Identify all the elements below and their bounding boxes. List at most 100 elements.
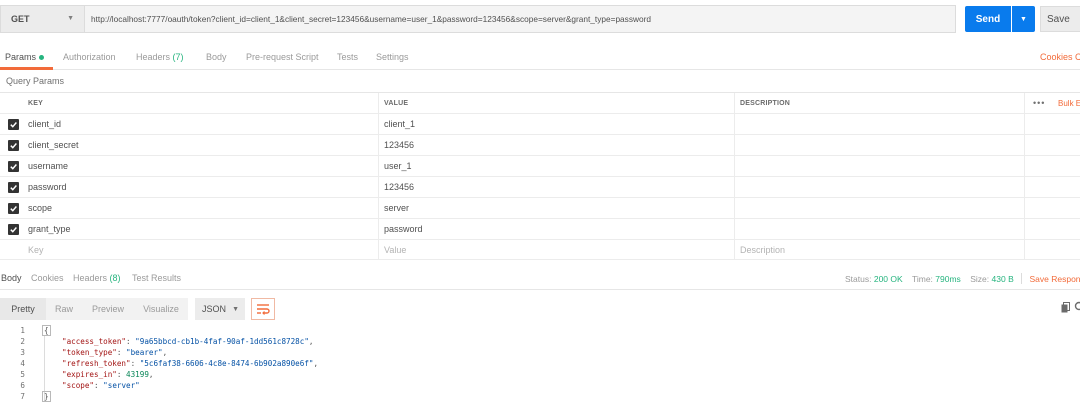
tab-label: Tests bbox=[337, 52, 359, 62]
tab-count: (7) bbox=[172, 52, 184, 62]
wrap-lines-button[interactable] bbox=[251, 298, 275, 320]
checkbox-checked-icon[interactable] bbox=[8, 224, 19, 235]
json-comma: , bbox=[308, 337, 314, 346]
view-preview-button[interactable]: Preview bbox=[82, 298, 134, 320]
table-row: scope server bbox=[0, 197, 1080, 218]
table-header-row: KEY VALUE DESCRIPTION ••• Bulk E bbox=[0, 92, 1080, 113]
code-line: 6 "scope": "server" bbox=[0, 380, 1080, 391]
tab-label: Headers bbox=[73, 273, 108, 283]
description-column-header: DESCRIPTION bbox=[740, 99, 791, 107]
cookies-link[interactable]: Cookies C bbox=[1040, 52, 1080, 62]
tab-test-results[interactable]: Test Results bbox=[132, 273, 181, 283]
json-value: "5c6faf38-6606-4c8e-8474-6b902a890e6f" bbox=[139, 359, 314, 368]
code-line: 4 "refresh_token": "5c6faf38-6606-4c8e-8… bbox=[0, 358, 1080, 369]
tab-label: Authorization bbox=[63, 52, 116, 62]
checkbox-checked-icon[interactable] bbox=[8, 182, 19, 193]
line-number: 2 bbox=[20, 337, 25, 346]
tab-response-headers[interactable]: Headers (8) bbox=[73, 273, 121, 283]
param-description[interactable] bbox=[740, 135, 1020, 155]
param-description[interactable] bbox=[740, 114, 1020, 134]
tab-response-body[interactable]: Body bbox=[1, 273, 22, 283]
code-line: 7 } bbox=[0, 391, 1080, 402]
view-visualize-button[interactable]: Visualize bbox=[134, 298, 188, 320]
tab-body[interactable]: Body bbox=[206, 52, 227, 62]
json-key: "token_type" bbox=[62, 348, 117, 357]
save-response-button[interactable]: Save Response bbox=[1030, 274, 1080, 284]
param-value[interactable]: user_1 bbox=[384, 156, 730, 176]
tab-settings[interactable]: Settings bbox=[376, 52, 409, 62]
view-pretty-button[interactable]: Pretty bbox=[0, 298, 46, 320]
tab-response-cookies[interactable]: Cookies bbox=[31, 273, 64, 283]
more-options-icon[interactable]: ••• bbox=[1033, 93, 1045, 113]
param-value[interactable]: password bbox=[384, 219, 730, 239]
format-label: JSON bbox=[202, 304, 227, 314]
url-input[interactable]: http://localhost:7777/oauth/token?client… bbox=[84, 5, 956, 33]
tab-label: Test Results bbox=[132, 273, 182, 283]
size-value: 430 B bbox=[991, 274, 1014, 284]
json-value: 43199 bbox=[126, 370, 149, 379]
tab-params[interactable]: Params bbox=[5, 52, 45, 62]
table-row: username user_1 bbox=[0, 155, 1080, 176]
tab-headers[interactable]: Headers (7) bbox=[136, 52, 184, 62]
param-description[interactable] bbox=[740, 177, 1020, 197]
search-icon[interactable] bbox=[1074, 301, 1080, 313]
method-label: GET bbox=[11, 14, 30, 24]
tab-label: Pre-request Script bbox=[246, 52, 319, 62]
response-toolbar: Pretty Raw Preview Visualize JSON ▼ bbox=[0, 298, 1080, 322]
checkbox-checked-icon[interactable] bbox=[8, 203, 19, 214]
line-number: 4 bbox=[20, 359, 25, 368]
param-key[interactable]: client_id bbox=[28, 114, 378, 134]
view-raw-button[interactable]: Raw bbox=[46, 298, 82, 320]
table-row: password 123456 bbox=[0, 176, 1080, 197]
tab-label: Cookies bbox=[31, 273, 64, 283]
param-key[interactable]: password bbox=[28, 177, 378, 197]
new-key-input[interactable]: Key bbox=[28, 240, 378, 259]
tab-label: Params bbox=[5, 52, 37, 62]
param-key[interactable]: grant_type bbox=[28, 219, 378, 239]
param-key[interactable]: client_secret bbox=[28, 135, 378, 155]
tab-label: Headers bbox=[136, 52, 171, 62]
json-comma: , bbox=[313, 359, 319, 368]
param-description[interactable] bbox=[740, 198, 1020, 218]
tab-pre-request-script[interactable]: Pre-request Script bbox=[246, 52, 319, 62]
chevron-down-icon: ▼ bbox=[232, 305, 239, 313]
checkbox-checked-icon[interactable] bbox=[8, 119, 19, 130]
method-select[interactable]: GET ▼ bbox=[0, 5, 84, 33]
new-description-input[interactable]: Description bbox=[740, 240, 1020, 259]
param-value[interactable]: server bbox=[384, 198, 730, 218]
json-comma: , bbox=[148, 370, 154, 379]
tab-authorization[interactable]: Authorization bbox=[63, 52, 116, 62]
checkbox-checked-icon[interactable] bbox=[8, 140, 19, 151]
chevron-down-icon: ▼ bbox=[1020, 15, 1027, 23]
table-row: grant_type password bbox=[0, 218, 1080, 239]
tab-label: Body bbox=[206, 52, 227, 62]
param-value[interactable]: 123456 bbox=[384, 135, 730, 155]
param-description[interactable] bbox=[740, 156, 1020, 176]
send-options-button[interactable]: ▼ bbox=[1012, 6, 1035, 32]
code-line: 1 { bbox=[0, 325, 1080, 336]
json-value: "server" bbox=[103, 381, 140, 390]
json-key: "refresh_token" bbox=[62, 359, 131, 368]
table-row: client_id client_1 bbox=[0, 113, 1080, 134]
open-brace: { bbox=[42, 325, 51, 336]
status-value: 200 OK bbox=[873, 274, 903, 284]
save-button[interactable]: Save bbox=[1040, 6, 1080, 32]
param-value[interactable]: 123456 bbox=[384, 177, 730, 197]
param-key[interactable]: username bbox=[28, 156, 378, 176]
code-line: 3 "token_type": "bearer", bbox=[0, 347, 1080, 358]
copy-icon[interactable] bbox=[1061, 302, 1070, 313]
param-value[interactable]: client_1 bbox=[384, 114, 730, 134]
value-column-header: VALUE bbox=[384, 99, 409, 107]
tab-label: Settings bbox=[376, 52, 409, 62]
param-key[interactable]: scope bbox=[28, 198, 378, 218]
tab-tests[interactable]: Tests bbox=[337, 52, 358, 62]
send-button[interactable]: Send bbox=[965, 6, 1011, 32]
line-number: 1 bbox=[20, 326, 25, 335]
checkbox-checked-icon[interactable] bbox=[8, 161, 19, 172]
param-description[interactable] bbox=[740, 219, 1020, 239]
json-comma: , bbox=[162, 348, 168, 357]
request-tabs: Params Authorization Headers (7) Body Pr… bbox=[0, 44, 1080, 70]
format-select[interactable]: JSON ▼ bbox=[195, 298, 245, 320]
new-value-input[interactable]: Value bbox=[384, 240, 730, 259]
bulk-edit-link[interactable]: Bulk E bbox=[1058, 93, 1080, 113]
